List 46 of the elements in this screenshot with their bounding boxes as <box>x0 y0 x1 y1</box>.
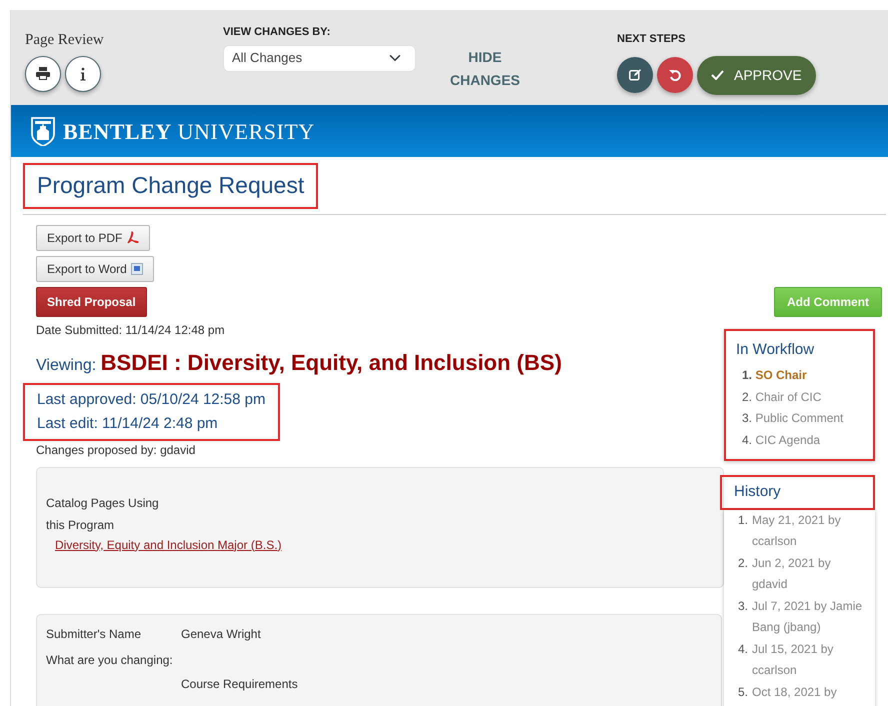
document-icon <box>130 262 143 275</box>
field-value: Geneva Wright <box>181 626 261 643</box>
info-button[interactable] <box>65 56 101 92</box>
catalog-link[interactable]: Diversity, Equity and Inclusion Major (B.S.) <box>55 538 282 552</box>
date-submitted: Date Submitted: 11/14/24 12:48 pm <box>36 322 225 339</box>
undo-button[interactable] <box>657 57 693 93</box>
export-pdf-button[interactable]: Export to PDF <box>36 224 150 251</box>
edit-icon <box>629 69 641 81</box>
print-button[interactable] <box>25 56 61 92</box>
history-entry: 1. May 21, 2021 by ccarlson <box>738 512 842 550</box>
history-entry: 3. Jul 7, 2021 by Jamie Bang (jbang) <box>738 598 864 636</box>
changes-proposed-by: Changes proposed by: gdavid <box>36 442 196 459</box>
field-value: Course Requirements <box>181 676 299 693</box>
catalog-label: this Program <box>46 516 116 534</box>
shred-button[interactable]: Shred Proposal <box>36 286 147 317</box>
workflow-step: 1. SO Chair <box>736 365 863 387</box>
history-entry: 2. Jun 2, 2021 by gdavid <box>738 554 832 594</box>
viewing-title: Viewing: BSDEI : Diversity, Equity, and Inclusion (BS) <box>36 348 563 377</box>
view-changes-select[interactable]: All Changes <box>223 44 416 72</box>
export-word-button[interactable]: Export to Word <box>36 256 154 282</box>
page-heading: Program Change Request <box>23 163 318 209</box>
panel-title: In Workflow <box>736 340 816 360</box>
undo-icon <box>669 69 681 81</box>
approve-button[interactable]: APPROVE <box>697 56 816 94</box>
date-line: Last edit: 11/14/24 2:48 pm <box>37 414 219 434</box>
pdf-icon <box>126 231 140 244</box>
university-name: BENTLEY UNIVERSITY <box>63 118 315 146</box>
history-entry: 4. Jul 15, 2021 by ccarlson <box>738 640 834 680</box>
next-steps-label: NEXT STEPS <box>617 32 686 47</box>
history-entry: 5. Oct 18, 2021 by <box>738 684 838 701</box>
check-icon <box>711 70 724 80</box>
field-label: What are you changing: <box>46 652 174 669</box>
info-icon <box>80 66 86 80</box>
field-label: Submitter's Name <box>46 626 142 643</box>
hide-changes-button[interactable]: HIDE CHANGES <box>445 46 525 92</box>
print-icon <box>36 67 50 80</box>
workflow-step: 4. CIC Agenda <box>736 430 863 452</box>
workflow-step: 3. Public Comment <box>736 408 863 430</box>
date-line: Last approved: 05/10/24 12:58 pm <box>37 390 266 410</box>
view-changes-label: VIEW CHANGES BY: <box>223 25 332 40</box>
edit-button[interactable] <box>617 57 653 93</box>
shield-logo-icon <box>31 116 55 146</box>
workflow-step: 2. Chair of CIC <box>736 386 863 408</box>
catalog-label: Catalog Pages Using <box>46 494 160 512</box>
page-title: Page Review <box>25 31 105 50</box>
panel-title: History <box>720 475 875 510</box>
